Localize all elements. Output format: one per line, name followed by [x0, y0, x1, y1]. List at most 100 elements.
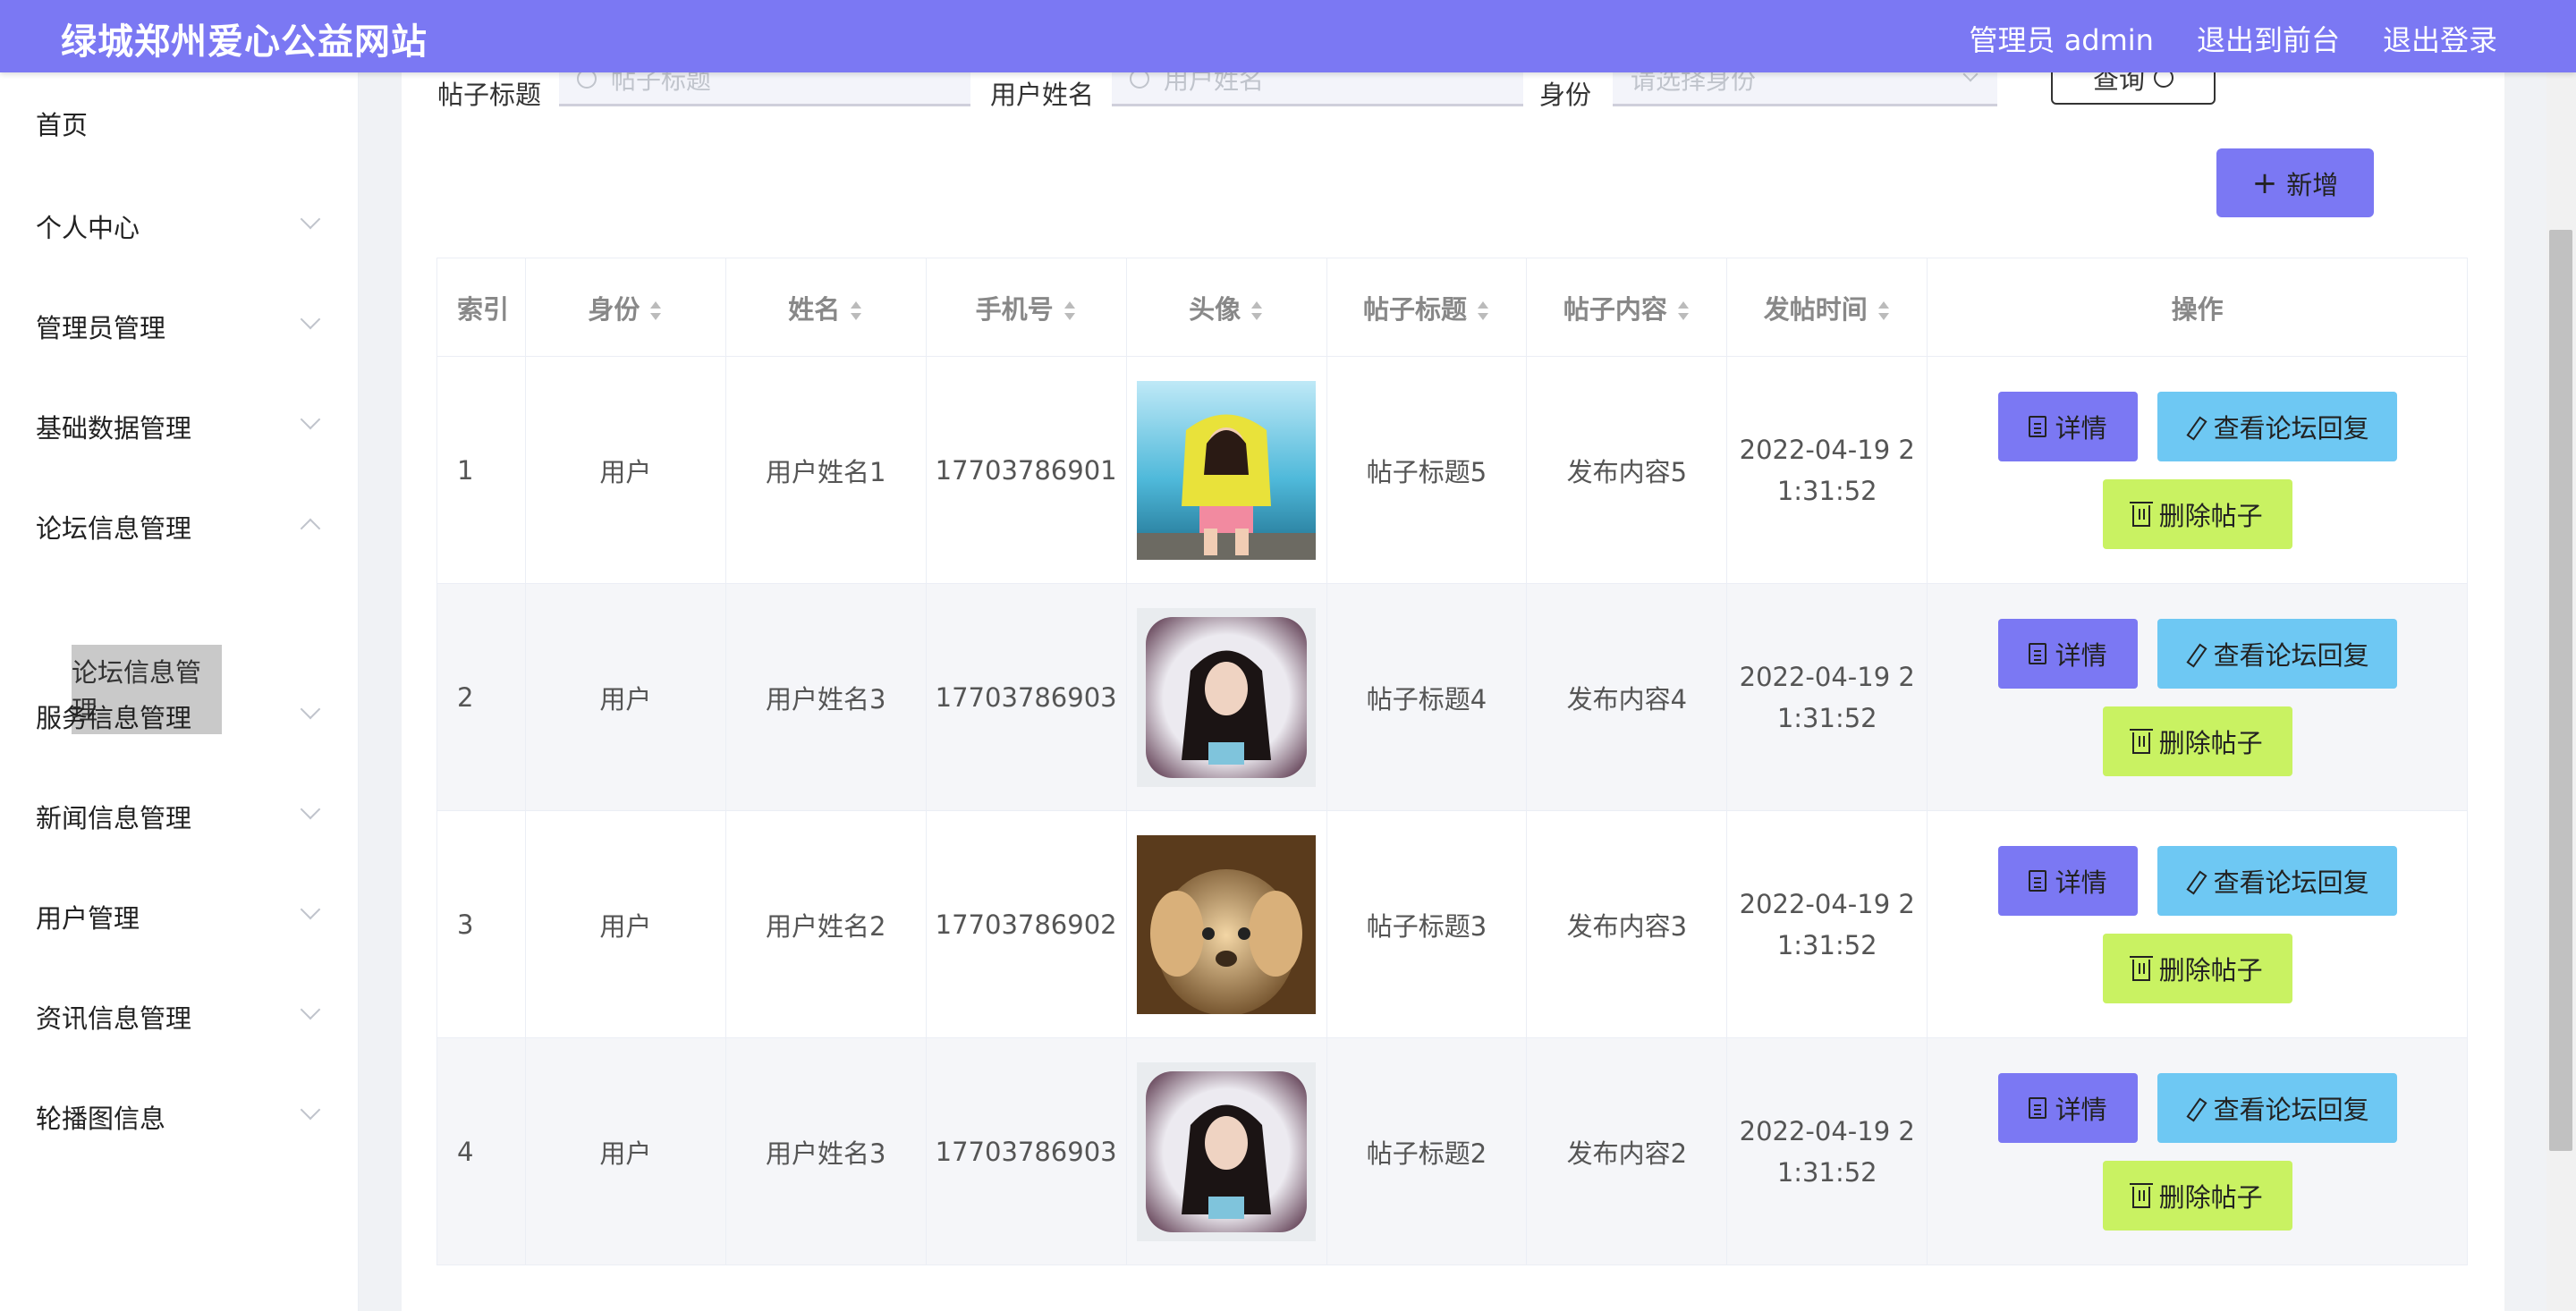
- sort-icon[interactable]: [1250, 300, 1264, 323]
- sidebar-item-personal-center[interactable]: 个人中心: [0, 199, 359, 253]
- table-row[interactable]: 1 用户 用户姓名1 17703786901 帖子标题5 发布内容5 2022-04-19 …: [436, 356, 2468, 584]
- sort-icon[interactable]: [1877, 300, 1891, 323]
- col-role[interactable]: 身份: [524, 258, 726, 357]
- header-label: 身份: [588, 293, 640, 325]
- col-post-content[interactable]: 帖子内容: [1526, 258, 1728, 357]
- cell-name: 用户姓名3: [724, 1037, 927, 1265]
- col-name[interactable]: 姓名: [724, 258, 927, 357]
- forum-table: 索引 身份 姓名 手机号 头像 帖子标题 帖子内容 发帖时间 操作 1 用户 用户姓…: [436, 258, 2468, 1265]
- document-icon: [2028, 642, 2046, 664]
- chevron-down-icon: [300, 409, 321, 430]
- delete-post-button[interactable]: 删除帖子: [2102, 933, 2292, 1003]
- document-icon: [2028, 1096, 2046, 1119]
- sort-icon[interactable]: [1063, 300, 1077, 323]
- detail-button-label: 详情: [2055, 412, 2107, 444]
- detail-button[interactable]: 详情: [1997, 618, 2138, 689]
- table-row[interactable]: 4 用户 用户姓名3 17703786903 帖子标题2 发布内容2 2022-04-19 …: [436, 1037, 2468, 1265]
- col-phone[interactable]: 手机号: [925, 258, 1127, 357]
- cell-role: 用户: [524, 810, 726, 1038]
- view-reply-button[interactable]: 查看论坛回复: [2157, 618, 2397, 689]
- cell-role: 用户: [524, 356, 726, 584]
- view-reply-button[interactable]: 查看论坛回复: [2157, 845, 2397, 916]
- sort-icon[interactable]: [849, 300, 863, 323]
- sort-icon[interactable]: [648, 300, 663, 323]
- cell-index: 1: [436, 356, 526, 584]
- index-text: 3: [457, 909, 474, 940]
- add-button[interactable]: + 新增: [2216, 148, 2374, 217]
- post-content-text: 发布内容3: [1566, 910, 1688, 942]
- post-title-text: 帖子标题2: [1366, 1138, 1487, 1169]
- sidebar-item-label: 轮播图信息: [36, 1104, 166, 1134]
- phone-text: 17703786901: [935, 454, 1117, 486]
- detail-button[interactable]: 详情: [1997, 845, 2138, 916]
- view-reply-button-label: 查看论坛回复: [2213, 1094, 2369, 1125]
- post-content-text: 发布内容4: [1566, 683, 1688, 715]
- cell-role: 用户: [524, 1037, 726, 1265]
- delete-post-button[interactable]: 删除帖子: [2102, 478, 2292, 549]
- vertical-scrollbar[interactable]: [2546, 72, 2576, 1311]
- header-label: 姓名: [788, 293, 841, 325]
- view-reply-button[interactable]: 查看论坛回复: [2157, 391, 2397, 461]
- cell-phone: 17703786903: [925, 583, 1127, 811]
- detail-button[interactable]: 详情: [1997, 391, 2138, 461]
- table-row[interactable]: 3 用户 用户姓名2 17703786902 帖子标题3 发布内容3 2022-04-19 …: [436, 810, 2468, 1038]
- sidebar-item-info-manage[interactable]: 资讯信息管理: [0, 990, 359, 1044]
- sort-icon[interactable]: [1676, 300, 1690, 323]
- trash-icon: [2129, 501, 2153, 527]
- cell-post-time: 2022-04-19 2 1:31:52: [1726, 810, 1928, 1038]
- table-row[interactable]: 2 用户 用户姓名3 17703786903 帖子标题4 发布内容4 2022-04-19 …: [436, 583, 2468, 811]
- delete-post-button[interactable]: 删除帖子: [2102, 1160, 2292, 1231]
- cell-avatar: [1125, 583, 1327, 811]
- view-reply-button-label: 查看论坛回复: [2213, 639, 2369, 671]
- sidebar-item-forum-manage[interactable]: 论坛信息管理: [0, 500, 359, 554]
- view-reply-button[interactable]: 查看论坛回复: [2157, 1072, 2397, 1143]
- trash-icon: [2129, 1182, 2153, 1208]
- top-nav: 管理员 admin 退出到前台 退出登录: [1970, 18, 2497, 59]
- user-name-label: 用户姓名: [990, 80, 1095, 110]
- view-reply-button-label: 查看论坛回复: [2213, 867, 2369, 898]
- cell-post-content: 发布内容2: [1526, 1037, 1728, 1265]
- logout-link[interactable]: 退出登录: [2383, 18, 2497, 59]
- cell-phone: 17703786902: [925, 810, 1127, 1038]
- col-avatar[interactable]: 头像: [1125, 258, 1327, 357]
- sidebar-item-news-manage[interactable]: 新闻信息管理: [0, 790, 359, 843]
- delete-post-button-label: 删除帖子: [2158, 1181, 2263, 1213]
- post-title-label: 帖子标题: [437, 80, 542, 110]
- sidebar-item-service-manage[interactable]: 服务信息管理: [0, 689, 359, 743]
- exit-to-frontend-link[interactable]: 退出到前台: [2197, 18, 2340, 59]
- post-time-date: 2022-04-19 2: [1739, 661, 1915, 692]
- sidebar-item-user-manage[interactable]: 用户管理: [0, 890, 359, 943]
- sidebar-item-basic-data[interactable]: 基础数据管理: [0, 400, 359, 453]
- sort-icon[interactable]: [1476, 300, 1490, 323]
- role-text: 用户: [599, 1138, 652, 1169]
- cell-actions: 详情 查看论坛回复删除帖子: [1927, 356, 2468, 584]
- scrollbar-thumb[interactable]: [2549, 230, 2572, 1151]
- cell-post-title: 帖子标题5: [1326, 356, 1528, 584]
- index-text: 4: [457, 1136, 474, 1167]
- header-label: 发帖时间: [1763, 293, 1868, 325]
- add-button-label: 新增: [2286, 169, 2339, 200]
- col-post-title[interactable]: 帖子标题: [1326, 258, 1528, 357]
- edit-icon: [2185, 871, 2205, 891]
- chevron-up-icon: [300, 518, 321, 539]
- admin-user-link[interactable]: 管理员 admin: [1970, 18, 2154, 59]
- cell-phone: 17703786903: [925, 1037, 1127, 1265]
- delete-post-button[interactable]: 删除帖子: [2102, 706, 2292, 776]
- sidebar-item-home[interactable]: 首页: [0, 97, 359, 150]
- cell-avatar: [1125, 810, 1327, 1038]
- cell-post-time: 2022-04-19 2 1:31:52: [1726, 356, 1928, 584]
- header-label: 操作: [2171, 293, 2224, 325]
- detail-button-label: 详情: [2055, 639, 2107, 671]
- post-time-date: 2022-04-19 2: [1739, 888, 1915, 919]
- cell-actions: 详情 查看论坛回复删除帖子: [1927, 1037, 2468, 1265]
- sidebar-item-label: 基础数据管理: [36, 413, 192, 444]
- sidebar-item-label: 用户管理: [36, 903, 140, 934]
- sidebar-item-admin-manage[interactable]: 管理员管理: [0, 300, 359, 353]
- phone-text: 17703786903: [935, 1136, 1117, 1167]
- edit-icon: [2185, 644, 2205, 664]
- phone-text: 17703786903: [935, 681, 1117, 713]
- detail-button[interactable]: 详情: [1997, 1072, 2138, 1143]
- cell-post-title: 帖子标题2: [1326, 1037, 1528, 1265]
- sidebar-item-carousel[interactable]: 轮播图信息: [0, 1090, 359, 1144]
- col-post-time[interactable]: 发帖时间: [1726, 258, 1928, 357]
